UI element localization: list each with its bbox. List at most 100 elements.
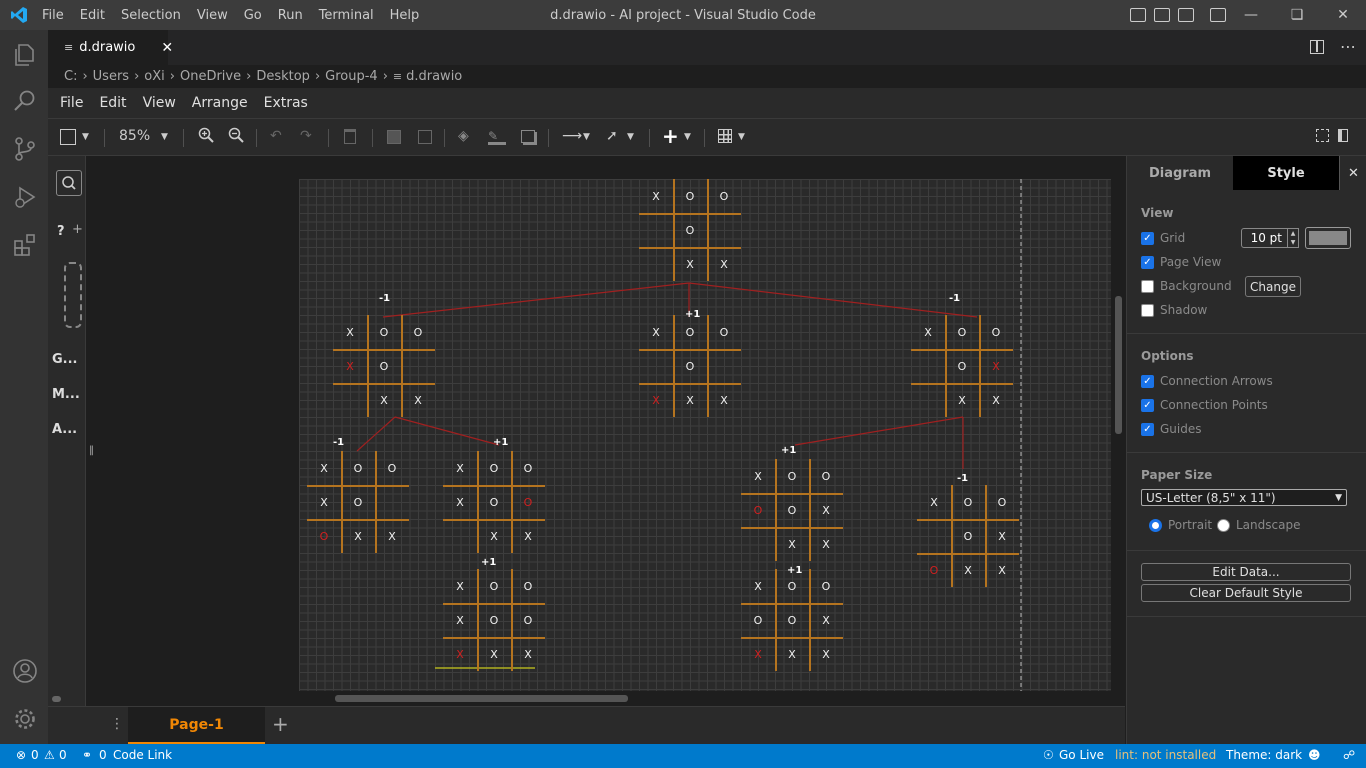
board-cell[interactable]: X (809, 637, 843, 671)
insert-plus-icon[interactable]: + (662, 124, 679, 148)
vertical-scrollbar[interactable] (1115, 296, 1122, 434)
drawio-menu-arrange[interactable]: Arrange (184, 95, 256, 111)
tic-tac-toe-board[interactable]: XOOXOOXX (307, 451, 409, 553)
breadcrumb-item[interactable]: Desktop (256, 69, 310, 84)
grid-size-input[interactable]: 10 pt (1241, 228, 1293, 248)
board-cell[interactable]: X (707, 247, 741, 281)
minimize-icon[interactable]: — (1228, 0, 1274, 30)
extensions-icon[interactable] (12, 232, 38, 258)
code-link-status[interactable]: Code Link (113, 748, 172, 762)
grid-option[interactable]: ✓ Grid (1141, 231, 1185, 245)
board-cell[interactable]: O (477, 603, 511, 637)
go-live-icon[interactable]: ☉ (1043, 748, 1054, 762)
board-cell[interactable]: X (375, 519, 409, 553)
editor-tab-d-drawio[interactable]: ≡ d.drawio ✕ (48, 30, 173, 65)
menu-selection[interactable]: Selection (113, 8, 189, 23)
board-cell[interactable]: X (511, 637, 545, 671)
board-cell[interactable] (639, 213, 673, 247)
board-cell[interactable] (917, 519, 951, 553)
board-cell[interactable]: O (775, 459, 809, 493)
fullscreen-icon[interactable] (1316, 129, 1329, 142)
board-cell[interactable]: O (477, 451, 511, 485)
board-cell[interactable]: O (741, 493, 775, 527)
board-cell[interactable]: O (477, 485, 511, 519)
board-cell[interactable]: X (639, 383, 673, 417)
page-tab-page-1[interactable]: Page-1 (128, 707, 265, 745)
add-page-plus-icon[interactable]: + (272, 712, 289, 736)
board-cell[interactable]: X (951, 553, 985, 587)
restore-icon[interactable]: ❏ (1274, 0, 1320, 30)
board-cell[interactable] (639, 349, 673, 383)
board-cell[interactable]: X (367, 383, 401, 417)
board-cell[interactable]: O (401, 315, 435, 349)
board-cell[interactable]: O (673, 315, 707, 349)
shape-group-general[interactable]: G... (52, 352, 78, 367)
minimax-score-label[interactable]: -1 (379, 293, 390, 304)
shape-group-misc[interactable]: M... (52, 387, 80, 402)
run-debug-icon[interactable] (12, 184, 38, 210)
landscape-option[interactable]: Landscape (1217, 518, 1300, 532)
board-cell[interactable]: X (401, 383, 435, 417)
breadcrumb-item[interactable]: Group-4 (325, 69, 378, 84)
minimax-score-label[interactable]: +1 (481, 557, 496, 568)
pages-menu-icon[interactable]: ⋮ (110, 716, 124, 732)
board-cell[interactable]: O (809, 569, 843, 603)
grid-color-swatch[interactable] (1305, 227, 1351, 249)
board-cell[interactable]: X (775, 637, 809, 671)
breadcrumb-item[interactable]: d.drawio (406, 69, 462, 84)
manage-gear-icon[interactable] (12, 706, 38, 732)
connection-arrow-icon[interactable]: ⟶ (562, 128, 582, 144)
board-cell[interactable]: O (951, 519, 985, 553)
clear-default-style-button[interactable]: Clear Default Style (1141, 584, 1351, 602)
board-cell[interactable]: O (917, 553, 951, 587)
board-cell[interactable]: X (477, 637, 511, 671)
board-cell[interactable]: O (809, 459, 843, 493)
board-cell[interactable]: X (443, 451, 477, 485)
diagram-page[interactable]: X O O O X X X O O X O X X -1 X O O O X X X +1 X O O O X X X -1 X O O X O O X… (299, 179, 1111, 691)
chevron-down-icon[interactable]: ▼ (684, 132, 691, 142)
to-front-icon[interactable] (387, 130, 401, 144)
board-cell[interactable] (443, 519, 477, 553)
radio-selected-icon[interactable] (1149, 518, 1162, 532)
connection-arrows-option[interactable]: ✓ Connection Arrows (1141, 374, 1273, 388)
tic-tac-toe-board[interactable]: XOOOOXXX (741, 459, 843, 561)
checkbox-unchecked-icon[interactable] (1141, 279, 1154, 293)
close-tab-icon[interactable]: ✕ (161, 40, 173, 56)
board-cell[interactable]: O (367, 315, 401, 349)
board-cell[interactable] (707, 213, 741, 247)
lint-status[interactable]: lint: not installed (1115, 748, 1216, 762)
accounts-icon[interactable] (12, 658, 38, 684)
tic-tac-toe-board[interactable]: XOOOXX (639, 179, 741, 281)
waypoint-style-icon[interactable]: ➚ (606, 128, 618, 144)
board-cell[interactable] (741, 527, 775, 561)
board-cell[interactable]: O (945, 349, 979, 383)
errors-icon[interactable]: ⊗ (16, 748, 26, 762)
board-cell[interactable]: O (775, 603, 809, 637)
shadow-option[interactable]: Shadow (1141, 303, 1207, 317)
chevron-down-icon[interactable]: ▼ (738, 132, 745, 142)
board-cell[interactable]: O (307, 519, 341, 553)
explorer-icon[interactable] (12, 42, 38, 68)
board-cell[interactable]: X (741, 637, 775, 671)
zoom-in-icon[interactable] (198, 127, 214, 147)
board-cell[interactable] (375, 485, 409, 519)
change-background-button[interactable]: Change (1245, 276, 1301, 297)
board-cell[interactable]: X (443, 603, 477, 637)
toggle-primary-sidebar-icon[interactable] (1130, 8, 1146, 22)
toggle-panel-icon[interactable] (1154, 8, 1170, 22)
shape-group-advanced[interactable]: A... (52, 422, 77, 437)
minimax-score-label[interactable]: +1 (781, 445, 796, 456)
breadcrumb-item[interactable]: oXi (144, 69, 164, 84)
board-cell[interactable]: O (985, 485, 1019, 519)
table-icon[interactable] (718, 129, 732, 143)
board-cell[interactable]: X (741, 569, 775, 603)
breadcrumb-item[interactable]: Users (93, 69, 129, 84)
horizontal-scrollbar[interactable] (335, 695, 628, 702)
drawio-menu-extras[interactable]: Extras (256, 95, 316, 111)
board-cell[interactable]: O (511, 569, 545, 603)
zoom-out-icon[interactable] (228, 127, 244, 147)
to-back-icon[interactable] (418, 130, 432, 144)
menu-run[interactable]: Run (270, 8, 311, 23)
board-cell[interactable]: O (375, 451, 409, 485)
board-cell[interactable]: X (979, 349, 1013, 383)
